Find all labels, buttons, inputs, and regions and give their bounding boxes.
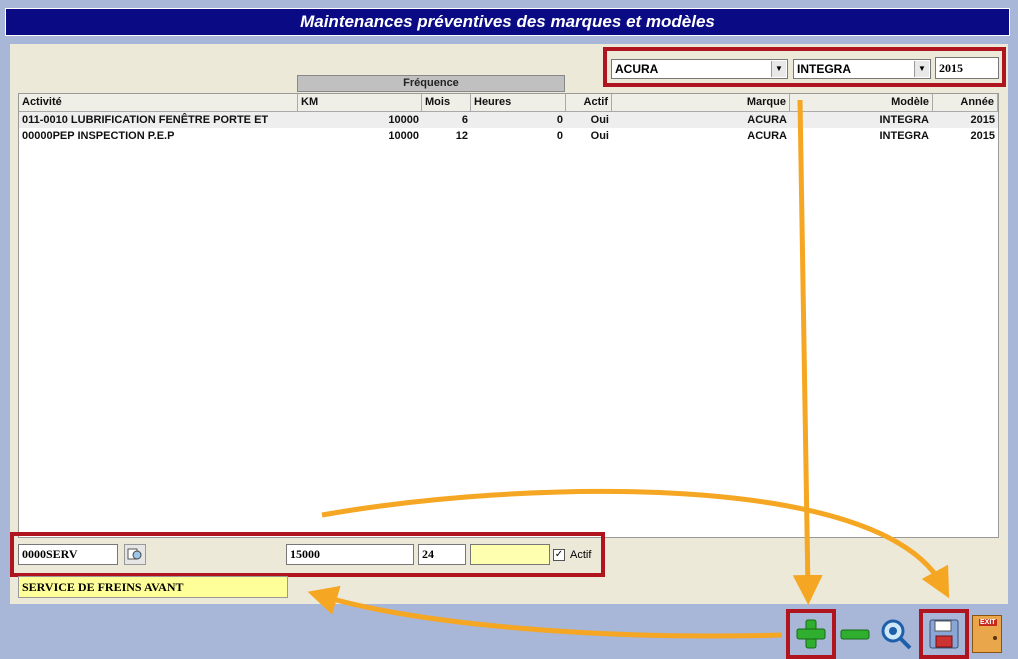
cell-heures: 0 [556, 130, 563, 142]
model-value: INTEGRA [797, 62, 851, 76]
plus-icon [796, 619, 826, 649]
col-header-activite[interactable]: Activité [19, 94, 298, 112]
cell-modele: INTEGRA [879, 130, 930, 142]
chevron-down-icon[interactable]: ▼ [914, 61, 929, 77]
door-knob-icon [993, 636, 997, 640]
col-header-modele[interactable]: Modèle [790, 94, 933, 112]
remove-button[interactable] [838, 617, 872, 651]
cell-mois: 6 [461, 114, 468, 126]
magnifier-icon [881, 619, 912, 650]
cell-mois: 12 [455, 130, 468, 142]
lookup-button[interactable] [124, 544, 146, 565]
exit-button[interactable]: EXIT [972, 615, 1002, 653]
year-value: 2015 [939, 61, 963, 75]
search-button[interactable] [879, 617, 913, 651]
col-header-heures[interactable]: Heures [471, 94, 566, 112]
floppy-disk-icon [929, 619, 959, 649]
col-header-mois[interactable]: Mois [422, 94, 471, 112]
window-title: Maintenances préventives des marques et … [5, 8, 1010, 36]
chevron-down-icon[interactable]: ▼ [771, 61, 786, 77]
cell-activite: 011-0010 LUBRIFICATION FENÊTRE PORTE ET [22, 114, 269, 126]
exit-label: EXIT [979, 619, 997, 626]
lookup-icon [127, 548, 142, 560]
cell-marque: ACURA [747, 130, 787, 142]
activity-code-input[interactable]: 0000SERV [18, 544, 118, 565]
add-button[interactable] [794, 617, 828, 651]
description-field[interactable]: SERVICE DE FREINS AVANT [18, 576, 288, 598]
main-window: Maintenances préventives des marques et … [0, 0, 1018, 659]
col-header-km[interactable]: KM [298, 94, 422, 112]
cell-modele: INTEGRA [879, 114, 930, 126]
actif-checkbox[interactable]: ✓ [553, 549, 565, 561]
model-select[interactable]: INTEGRA ▼ [793, 59, 931, 79]
mois-input[interactable]: 24 [418, 544, 466, 565]
minus-icon [840, 629, 870, 640]
cell-km: 10000 [388, 114, 419, 126]
cell-actif: Oui [590, 114, 609, 126]
make-select[interactable]: ACURA ▼ [611, 59, 788, 79]
cell-heures: 0 [556, 114, 563, 126]
col-header-annee[interactable]: Année [933, 94, 998, 112]
frequency-group-header: Fréquence [297, 75, 565, 92]
actif-label: Actif [570, 549, 592, 561]
cell-marque: ACURA [747, 114, 787, 126]
save-button[interactable] [927, 617, 961, 651]
year-field[interactable]: 2015 [935, 57, 999, 79]
make-value: ACURA [615, 62, 659, 76]
cell-annee: 2015 [970, 114, 995, 126]
km-input[interactable]: 15000 [286, 544, 414, 565]
cell-activite: 00000PEP INSPECTION P.E.P [22, 130, 175, 142]
cell-km: 10000 [388, 130, 419, 142]
cell-actif: Oui [590, 130, 609, 142]
maintenance-grid[interactable]: Activité KM Mois Heures Actif Marque Mod… [18, 93, 999, 538]
col-header-marque[interactable]: Marque [612, 94, 790, 112]
col-header-actif[interactable]: Actif [566, 94, 612, 112]
cell-annee: 2015 [970, 130, 995, 142]
heures-input[interactable] [470, 544, 550, 565]
